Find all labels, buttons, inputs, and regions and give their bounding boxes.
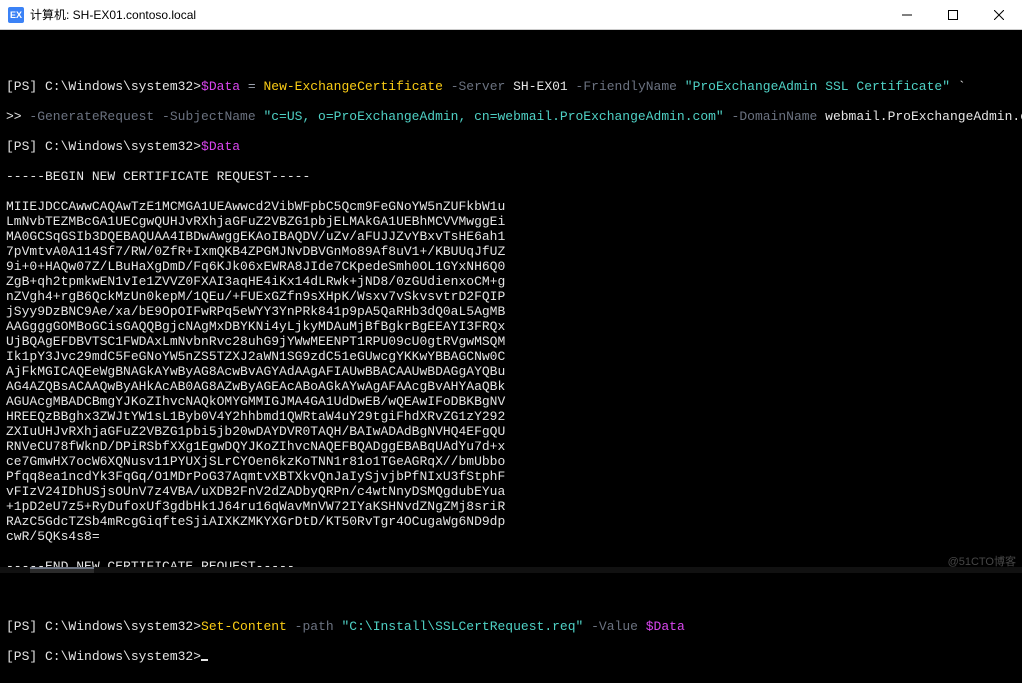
taskbar-highlight [30, 567, 94, 573]
cert-line: ZXIuUHJvRXhjaGFuZ2VBZG1pbi5jb20wDAYDVR0T… [6, 424, 1016, 439]
cert-line: RAzC5GdcTZSb4mRcgGiqfteSjiAIXKZMKYXGrDtD… [6, 514, 1016, 529]
cert-line: AjFkMGICAQEeWgBNAGkAYwByAG8AcwBvAGYAdAAg… [6, 364, 1016, 379]
cert-begin: -----BEGIN NEW CERTIFICATE REQUEST----- [6, 169, 1016, 184]
cert-line: ce7GmwHX7ocW6XQNusv11PYUXjSLrCYOen6kzKoT… [6, 454, 1016, 469]
cert-line: +1pD2eU7z5+RyDufoxUf3gdbHk1J64ru16qWavMn… [6, 499, 1016, 514]
minimize-button[interactable] [884, 0, 930, 30]
cert-line: AAGgggGOMBoGCisGAQQBgjcNAgMxDBYKNi4yLjky… [6, 319, 1016, 334]
cert-line: HREEQzBBghx3ZWJtYW1sL1Byb0V4Y2hhbmd1QWRt… [6, 409, 1016, 424]
window-title: 计算机: SH-EX01.contoso.local [30, 6, 196, 23]
cert-line: jSyy9DzBNC9Ae/xa/bE9OpOIFwRPq5eWYY3YnPRk… [6, 304, 1016, 319]
maximize-button[interactable] [930, 0, 976, 30]
cert-line: MA0GCSqGSIb3DQEBAQUAA4IBDwAwggEKAoIBAQDV… [6, 229, 1016, 244]
close-button[interactable] [976, 0, 1022, 30]
cert-line: 9i+0+HAQw07Z/LBuHaXgDmD/Fq6KJk06xEWRA8JI… [6, 259, 1016, 274]
cert-line: UjBQAgEFDBVTSC1FWDAxLmNvbnRvc28uhG9jYWwM… [6, 334, 1016, 349]
cmd-line-1: [PS] C:\Windows\system32>$Data = New-Exc… [6, 79, 1016, 94]
cert-line: ZgB+qh2tpmkwEN1vIe1ZVVZ0FXAI3aqHE4iKx14d… [6, 274, 1016, 289]
prompt-current: [PS] C:\Windows\system32> [6, 649, 1016, 664]
cmd-line-3: [PS] C:\Windows\system32>Set-Content -pa… [6, 619, 1016, 634]
cert-line: LmNvbTEZMBcGA1UECgwQUHJvRXhjaGFuZ2VBZG1p… [6, 214, 1016, 229]
taskbar-strip [0, 567, 1022, 573]
cert-line: RNVeCU78fWknD/DPiRSbfXXg1EgwDQYJKoZIhvcN… [6, 439, 1016, 454]
app-icon: EX [8, 7, 24, 23]
cert-line: MIIEJDCCAwwCAQAwTzE1MCMGA1UEAwwcd2VibWFp… [6, 199, 1016, 214]
cmd-line-1-cont: >> -GenerateRequest -SubjectName "c=US, … [6, 109, 1016, 124]
cert-line: AGUAcgMBADCBmgYJKoZIhvcNAQkOMYGMMIGJMA4G… [6, 394, 1016, 409]
cert-line: AG4AZQBsACAAQwByAHkAcAB0AG8AZwByAGEAcABo… [6, 379, 1016, 394]
terminal-output[interactable]: [PS] C:\Windows\system32>$Data = New-Exc… [0, 30, 1022, 683]
cert-line: cwR/5QKs4s8= [6, 529, 1016, 544]
cert-line: Pfqq8ea1ncdYk3FqGq/O1MDrPoG37AqmtvXBTXkv… [6, 469, 1016, 484]
cmd-line-2: [PS] C:\Windows\system32>$Data [6, 139, 1016, 154]
cursor [201, 659, 208, 661]
cert-line: vFIzV24IDhUSjsOUnV7z4VBA/uXDB2FnV2dZADby… [6, 484, 1016, 499]
titlebar: EX 计算机: SH-EX01.contoso.local [0, 0, 1022, 30]
cert-line: Ik1pY3Jvc29mdC5FeGNoYW5nZS5TZXJ2aWN1SG9z… [6, 349, 1016, 364]
cert-line: 7pVmtvA0A114Sf7/RW/0ZfR+IxmQKB4ZPGMJNvDB… [6, 244, 1016, 259]
cert-line: nZVgh4+rgB6QckMzUn0kepM/1QEu/+FUExGZfn9s… [6, 289, 1016, 304]
